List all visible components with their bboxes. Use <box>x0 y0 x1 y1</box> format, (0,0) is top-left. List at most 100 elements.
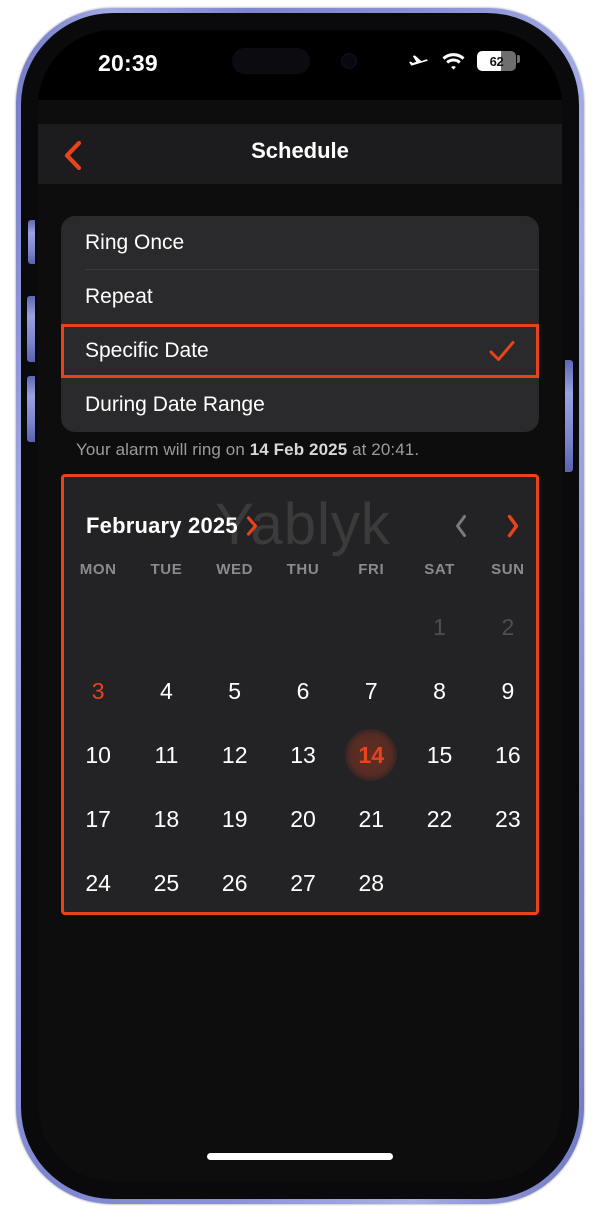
calendar-day-1: 1 <box>405 595 473 659</box>
option-row-repeat[interactable]: Repeat <box>61 270 539 324</box>
previous-month-button[interactable] <box>454 514 468 538</box>
volume-up-button[interactable] <box>27 296 35 362</box>
calendar-day-8[interactable]: 8 <box>405 659 473 723</box>
calendar-day-21[interactable]: 21 <box>337 787 405 851</box>
calendar-day-28[interactable]: 28 <box>337 851 405 912</box>
calendar-day-number: 27 <box>290 869 316 896</box>
calendar-day-7[interactable]: 7 <box>337 659 405 723</box>
calendar-day-number: 8 <box>433 677 446 704</box>
airplane-mode-icon <box>409 55 428 66</box>
calendar-day-number: 23 <box>495 805 521 832</box>
calendar-day-10[interactable]: 10 <box>64 723 132 787</box>
calendar-header: February 2025 <box>64 505 536 547</box>
phone-frame: 20:39 62 Schedule Ring Once Repeat Speci… <box>16 8 584 1204</box>
calendar-day-3[interactable]: 3 <box>64 659 132 723</box>
calendar-day-26[interactable]: 26 <box>201 851 269 912</box>
option-row-during-date-range[interactable]: During Date Range <box>61 378 539 432</box>
calendar-day-number: 21 <box>358 805 385 832</box>
calendar-day-18[interactable]: 18 <box>132 787 200 851</box>
calendar-day-number: 7 <box>364 677 378 704</box>
weekday-header-row: MON TUE WED THU FRI SAT SUN <box>64 561 536 578</box>
calendar-day-number: 20 <box>290 805 316 832</box>
calendar-picker: Yablyk February 2025 MON TUE WED THU FRI… <box>61 474 539 915</box>
option-label: Ring Once <box>85 231 185 254</box>
navigation-bar: Schedule <box>38 124 562 184</box>
calendar-day-13[interactable]: 13 <box>269 723 337 787</box>
calendar-day-27[interactable]: 27 <box>269 851 337 912</box>
dynamic-island <box>232 48 310 74</box>
calendar-day-blank <box>64 595 132 659</box>
calendar-day-23[interactable]: 23 <box>474 787 536 851</box>
calendar-day-number: 6 <box>296 677 310 704</box>
power-button[interactable] <box>565 360 573 472</box>
option-row-specific-date[interactable]: Specific Date <box>61 324 539 378</box>
next-month-button[interactable] <box>506 514 520 538</box>
battery-icon: 62 <box>477 51 516 71</box>
calendar-day-number: 15 <box>426 741 453 768</box>
calendar-day-2: 2 <box>474 595 536 659</box>
calendar-day-24[interactable]: 24 <box>64 851 132 912</box>
wifi-icon <box>442 52 465 70</box>
calendar-day-20[interactable]: 20 <box>269 787 337 851</box>
calendar-day-number: 14 <box>358 741 385 768</box>
status-time: 20:39 <box>98 50 158 76</box>
calendar-day-16[interactable]: 16 <box>474 723 536 787</box>
note-suffix: at 20:41. <box>347 440 420 459</box>
calendar-day-number: 2 <box>501 613 515 640</box>
option-row-ring-once[interactable]: Ring Once <box>61 216 539 270</box>
calendar-day-11[interactable]: 11 <box>132 723 200 787</box>
calendar-day-22[interactable]: 22 <box>405 787 473 851</box>
phone-screen: 20:39 62 Schedule Ring Once Repeat Speci… <box>38 30 562 1182</box>
calendar-day-14[interactable]: 14 <box>337 723 405 787</box>
calendar-day-number: 9 <box>501 677 515 704</box>
calendar-day-9[interactable]: 9 <box>474 659 536 723</box>
calendar-nav <box>454 514 520 538</box>
calendar-month-label[interactable]: February 2025 <box>86 513 238 539</box>
page-title: Schedule <box>251 138 349 163</box>
calendar-day-number: 24 <box>85 869 111 896</box>
calendar-day-number: 5 <box>228 677 242 704</box>
calendar-day-15[interactable]: 15 <box>405 723 473 787</box>
calendar-day-number: 26 <box>221 869 248 896</box>
calendar-day-number: 1 <box>433 613 446 640</box>
volume-down-button[interactable] <box>27 376 35 442</box>
home-indicator[interactable] <box>207 1153 393 1160</box>
calendar-day-number: 10 <box>85 741 111 768</box>
calendar-day-number: 17 <box>85 805 111 832</box>
status-icons: 62 <box>406 49 520 73</box>
note-prefix: Your alarm will ring on <box>76 440 250 459</box>
calendar-day-grid: 1 2 3 4 5 6 7 8 9 10 11 12 13 14 15 16 17 18 19 20 21 22 23 24 2… <box>64 595 536 912</box>
calendar-day-6[interactable]: 6 <box>269 659 337 723</box>
calendar-day-25[interactable]: 25 <box>132 851 200 912</box>
battery-cap-icon <box>517 55 520 63</box>
option-label: Repeat <box>85 285 153 308</box>
calendar-day-number: 19 <box>221 805 248 832</box>
calendar-day-number: 4 <box>160 677 173 704</box>
calendar-day-number: 3 <box>91 677 105 704</box>
weekday-label-sun: SUN <box>491 561 525 578</box>
weekday-label-wed: WED <box>216 561 254 578</box>
front-camera-icon <box>341 53 357 69</box>
weekday-label-tue: TUE <box>150 561 183 578</box>
calendar-day-number: 18 <box>153 805 180 832</box>
calendar-day-19[interactable]: 19 <box>201 787 269 851</box>
weekday-label-fri: FRI <box>358 561 385 578</box>
schedule-options-card: Ring Once Repeat Specific Date During Date … <box>61 216 539 432</box>
option-label: Specific Date <box>85 339 209 362</box>
calendar-day-17[interactable]: 17 <box>64 787 132 851</box>
mute-switch-button[interactable] <box>28 220 35 264</box>
alarm-ring-note: Your alarm will ring on 14 Feb 2025 at 2… <box>76 440 526 460</box>
option-label: During Date Range <box>85 393 265 416</box>
calendar-day-number: 12 <box>221 741 248 768</box>
checkmark-icon <box>489 341 515 361</box>
chevron-right-icon <box>507 514 519 538</box>
calendar-day-5[interactable]: 5 <box>201 659 269 723</box>
calendar-day-blank <box>337 595 405 659</box>
month-picker-toggle[interactable] <box>246 516 258 536</box>
weekday-label-sat: SAT <box>424 561 455 578</box>
calendar-day-4[interactable]: 4 <box>132 659 200 723</box>
calendar-day-12[interactable]: 12 <box>201 723 269 787</box>
phone-bezel: 20:39 62 Schedule Ring Once Repeat Speci… <box>38 30 562 1182</box>
calendar-day-blank <box>132 595 200 659</box>
calendar-day-number: 16 <box>495 741 521 768</box>
